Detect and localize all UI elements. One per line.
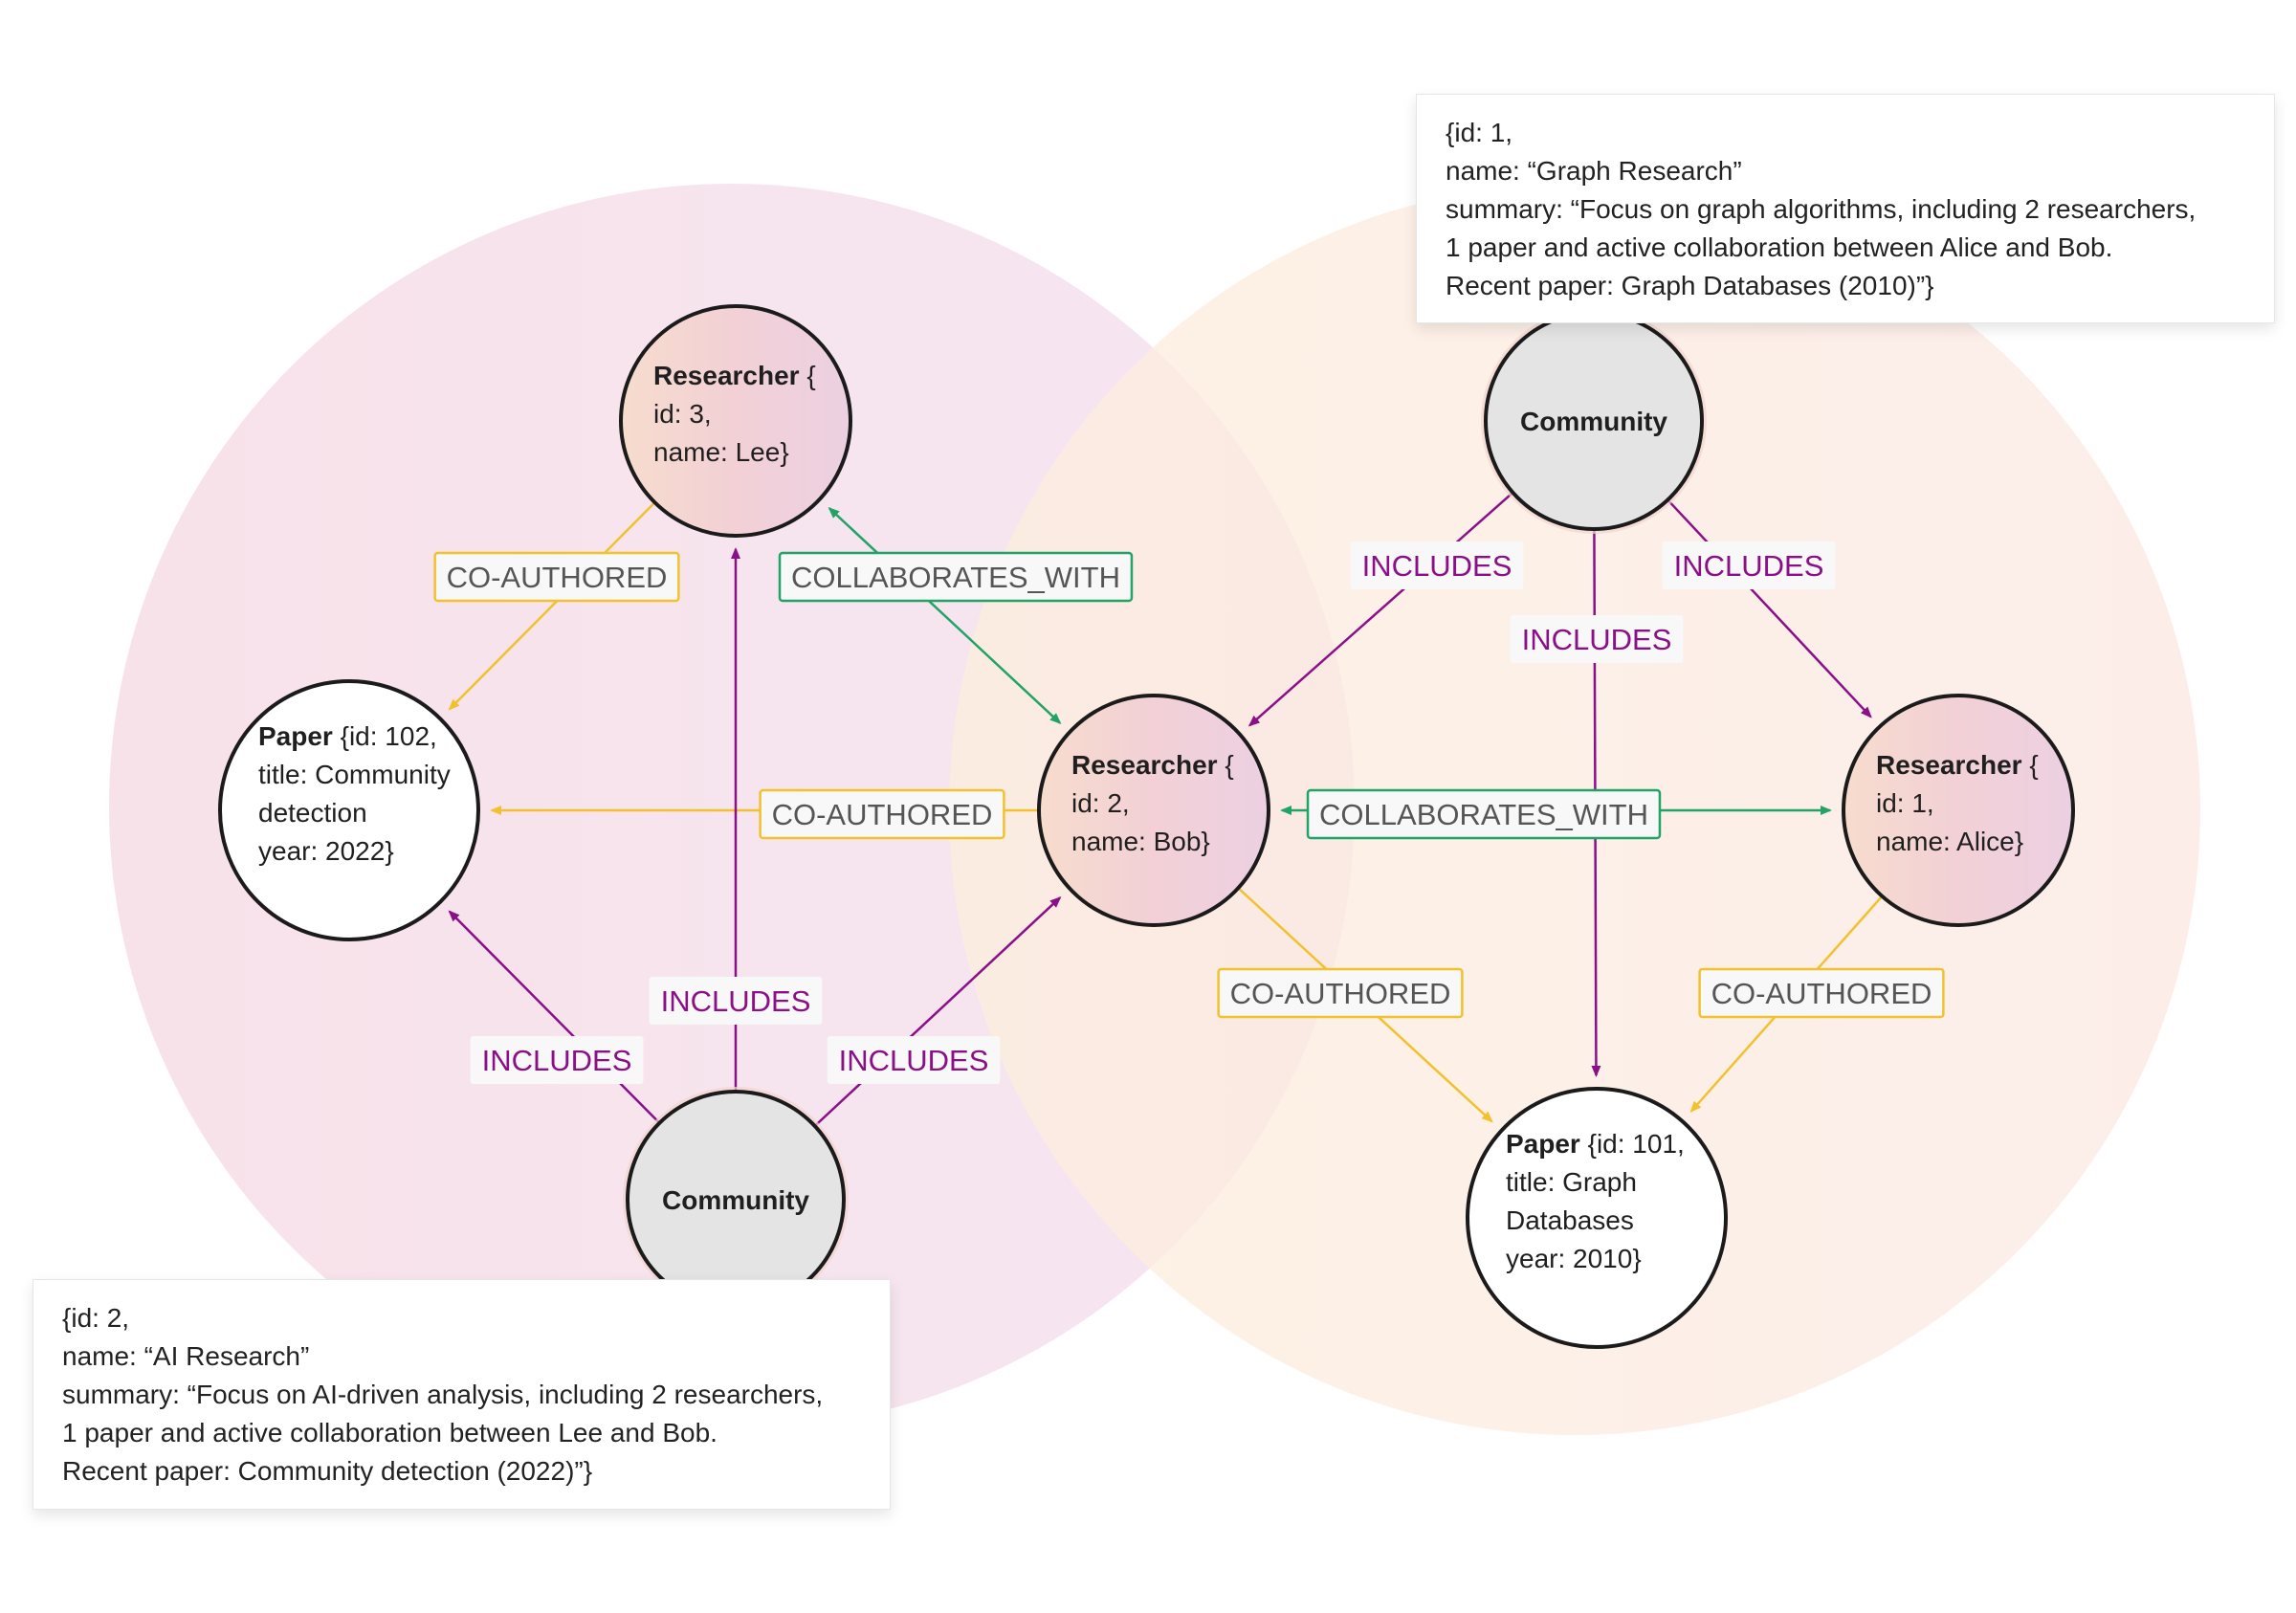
edge-label-text: CO-AUTHORED: [1230, 977, 1451, 1010]
node-label-line: Researcher {: [1876, 750, 2039, 780]
node-bob[interactable]: Researcher { id: 2, name: Bob}: [1037, 694, 1270, 927]
edge-label-text: INCLUDES: [839, 1044, 989, 1077]
tooltip-line: 1 paper and active collaboration between…: [1446, 232, 2113, 262]
edge-label-includes[interactable]: INCLUDES: [470, 1036, 644, 1084]
node-label-line: Community: [1520, 407, 1667, 436]
edge-label-includes[interactable]: INCLUDES: [1350, 541, 1524, 589]
node-community-graph[interactable]: Community: [1481, 308, 1707, 534]
edge-label-text: COLLABORATES_WITH: [1319, 798, 1648, 831]
edge-label-text: INCLUDES: [1674, 549, 1824, 583]
edge-label-co-authored[interactable]: CO-AUTHORED: [1217, 967, 1464, 1019]
tooltip-line: summary: “Focus on graph algorithms, inc…: [1446, 194, 2197, 224]
node-label-line: Databases: [1506, 1205, 1634, 1235]
tooltip-line: {id: 2,: [62, 1303, 130, 1333]
node-label-line: Paper {id: 102,: [258, 721, 437, 751]
edge-label-text: INCLUDES: [1522, 623, 1672, 656]
edge-label-co-authored[interactable]: CO-AUTHORED: [433, 551, 680, 603]
edge-label-includes[interactable]: INCLUDES: [649, 977, 823, 1025]
node-label-line: title: Graph: [1506, 1167, 1637, 1197]
edge-label-collaborates-with[interactable]: COLLABORATES_WITH: [1306, 788, 1662, 840]
edge-label-text: COLLABORATES_WITH: [791, 561, 1120, 594]
node-label-line: year: 2010}: [1506, 1244, 1642, 1273]
node-label-line: Community: [662, 1185, 809, 1215]
tooltip-line: {id: 1,: [1446, 118, 1513, 147]
edge-label-text: INCLUDES: [482, 1044, 632, 1077]
edge-label-text: CO-AUTHORED: [772, 798, 993, 831]
edge-label-collaborates-with[interactable]: COLLABORATES_WITH: [778, 551, 1134, 603]
tooltip-line: summary: “Focus on AI-driven analysis, i…: [62, 1380, 824, 1409]
tooltip-line: name: “AI Research”: [62, 1341, 310, 1371]
node-paper101[interactable]: Paper {id: 101, title: Graph Databases year…: [1466, 1087, 1728, 1349]
tooltip-line: Recent paper: Graph Databases (2010)”}: [1446, 271, 1934, 300]
tooltip-line: name: “Graph Research”: [1446, 156, 1742, 186]
edge-label-text: CO-AUTHORED: [1711, 977, 1932, 1010]
node-alice[interactable]: Researcher { id: 1, name: Alice}: [1842, 694, 2075, 927]
node-label-line: title: Community: [258, 760, 451, 789]
node-label-line: name: Bob}: [1071, 827, 1210, 856]
node-label-line: Paper {id: 101,: [1506, 1129, 1685, 1159]
node-label-line: name: Lee}: [653, 437, 789, 467]
edge-label-includes[interactable]: INCLUDES: [1662, 541, 1836, 589]
node-paper102[interactable]: Paper {id: 102, title: Community detection…: [218, 679, 480, 941]
edge-label-includes[interactable]: INCLUDES: [827, 1036, 1001, 1084]
edge-label-text: INCLUDES: [1362, 549, 1512, 583]
node-label-line: year: 2022}: [258, 836, 394, 866]
edge-label-co-authored[interactable]: CO-AUTHORED: [1698, 967, 1945, 1019]
edge-label-text: CO-AUTHORED: [447, 561, 668, 594]
node-label-line: id: 1,: [1876, 788, 1934, 818]
node-label-line: Researcher {: [653, 361, 816, 390]
node-label-line: name: Alice}: [1876, 827, 2023, 856]
tooltip-line: 1 paper and active collaboration between…: [62, 1418, 718, 1447]
node-label-line: id: 3,: [653, 399, 712, 429]
edge-label-includes[interactable]: INCLUDES: [1510, 615, 1684, 663]
edge-label-text: INCLUDES: [661, 984, 811, 1018]
node-lee[interactable]: Researcher { id: 3, name: Lee}: [619, 304, 852, 538]
node-label-line: Researcher {: [1071, 750, 1234, 780]
community-tooltip-ai-research: {id: 2, name: “AI Research” summary: “Fo…: [33, 1279, 891, 1510]
tooltip-line: Recent paper: Community detection (2022)…: [62, 1456, 593, 1486]
node-label-line: detection: [258, 798, 367, 828]
community-tooltip-graph-research: {id: 1, name: “Graph Research” summary: …: [1416, 94, 2275, 323]
node-label-line: id: 2,: [1071, 788, 1130, 818]
edge-label-co-authored[interactable]: CO-AUTHORED: [759, 788, 1005, 840]
